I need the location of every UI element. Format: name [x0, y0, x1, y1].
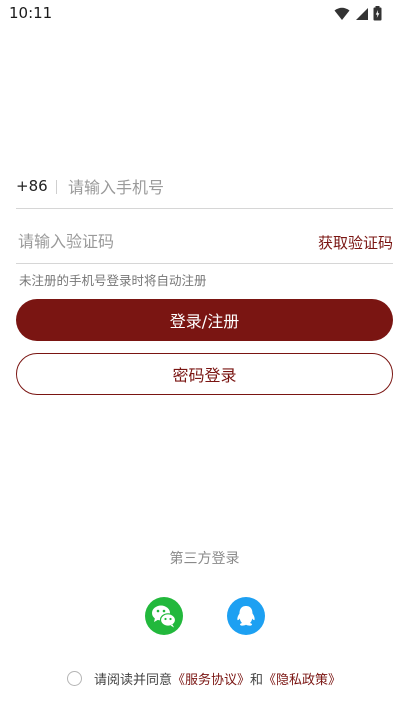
- verification-code-row: 获取验证码: [16, 224, 393, 264]
- qq-login-button[interactable]: [227, 597, 265, 635]
- phone-row: +86: [16, 170, 393, 209]
- status-icons: [334, 6, 382, 21]
- agreement-prefix: 请阅读并同意: [94, 672, 173, 688]
- wifi-icon: [334, 7, 350, 21]
- signal-icon: [355, 7, 368, 21]
- country-code-divider: [56, 180, 57, 194]
- status-bar: 10:11: [0, 0, 409, 28]
- agreement-checkbox[interactable]: [67, 670, 82, 686]
- third-party-login-title: 第三方登录: [169, 551, 240, 567]
- agreement-conjunction: 和: [250, 672, 264, 688]
- status-time: 10:11: [9, 4, 53, 22]
- agreement-row: 请阅读并同意《服务协议》和《隐私政策》: [67, 668, 341, 688]
- privacy-policy-link[interactable]: 《隐私政策》: [263, 673, 341, 688]
- password-login-button[interactable]: 密码登录: [16, 353, 393, 395]
- service-agreement-link[interactable]: 《服务协议》: [172, 673, 250, 688]
- agreement-text: 请阅读并同意《服务协议》和《隐私政策》: [94, 669, 341, 688]
- wechat-login-button[interactable]: [145, 597, 183, 635]
- phone-input[interactable]: [68, 172, 388, 202]
- verification-code-input[interactable]: [18, 226, 278, 256]
- country-code[interactable]: +86: [16, 177, 48, 195]
- auto-register-hint: 未注册的手机号登录时将自动注册: [19, 273, 207, 288]
- get-code-button[interactable]: 获取验证码: [318, 232, 393, 253]
- battery-icon: [373, 6, 382, 21]
- login-register-button[interactable]: 登录/注册: [16, 299, 393, 341]
